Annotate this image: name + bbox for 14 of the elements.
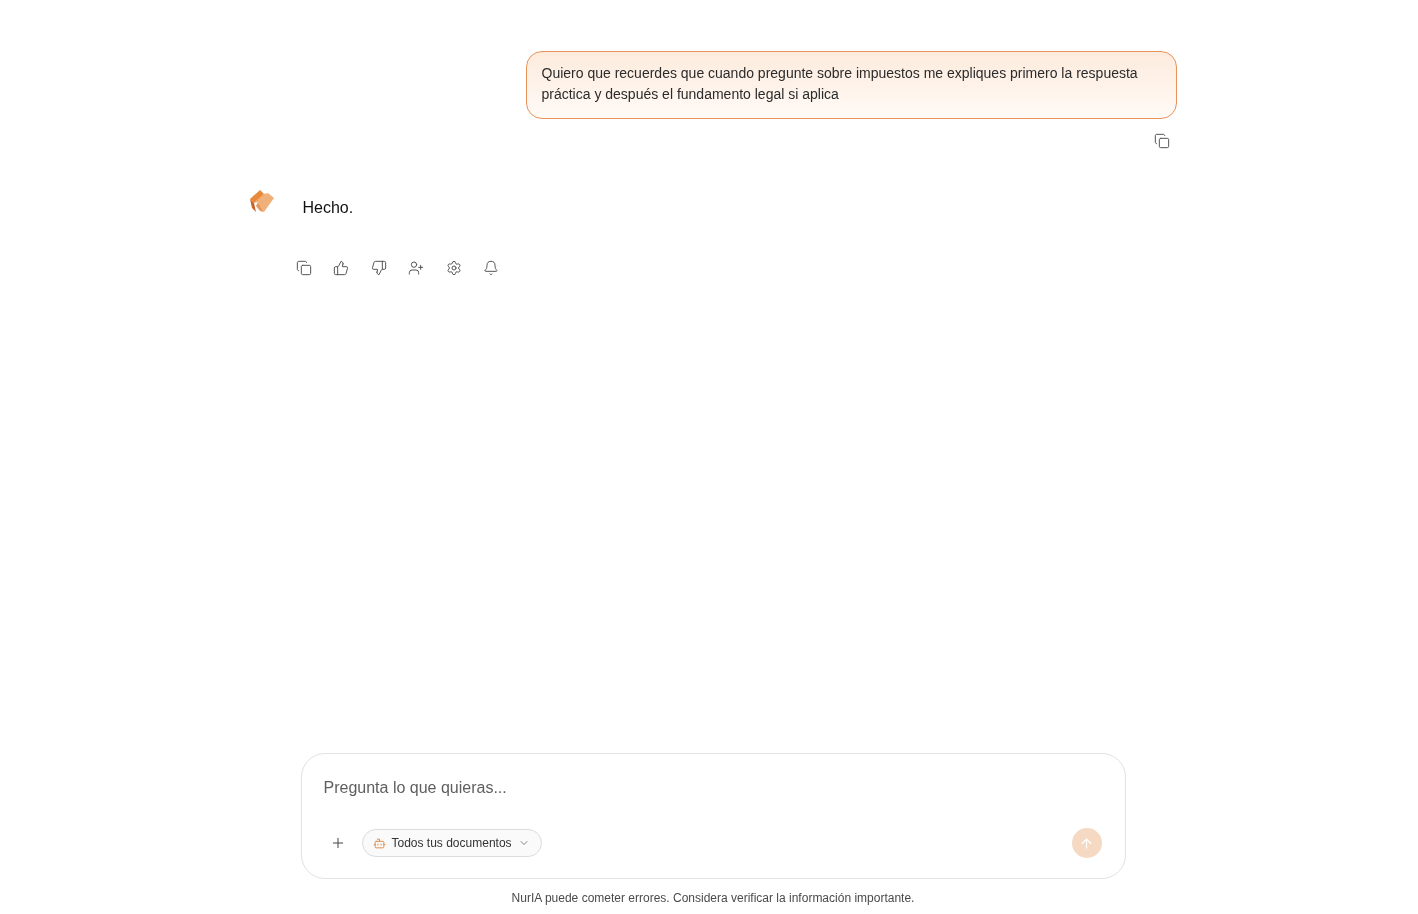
bell-icon — [483, 260, 499, 276]
user-message: Quiero que recuerdes que cuando pregunte sobre impuestos me expliques primero la respuesta práctica y después el fundamento legal si aplica — [525, 51, 1177, 119]
bot-icon — [372, 836, 386, 850]
assistant-message: Hecho. — [302, 198, 355, 218]
copy-icon — [1153, 133, 1170, 149]
gear-icon — [445, 260, 462, 276]
copy-icon — [295, 260, 312, 276]
thumbs-down-icon — [370, 260, 387, 276]
user-plus-icon — [408, 260, 424, 276]
disclaimer-text: NurIA puede cometer errores. Considera verificar la información importante. — [511, 890, 915, 906]
logo-icon — [249, 190, 274, 213]
source-selector[interactable]: Todos tus documentos — [361, 829, 542, 857]
thumbs-up-icon — [333, 260, 349, 276]
message-input[interactable]: Pregunta lo que quieras... — [323, 776, 1103, 800]
